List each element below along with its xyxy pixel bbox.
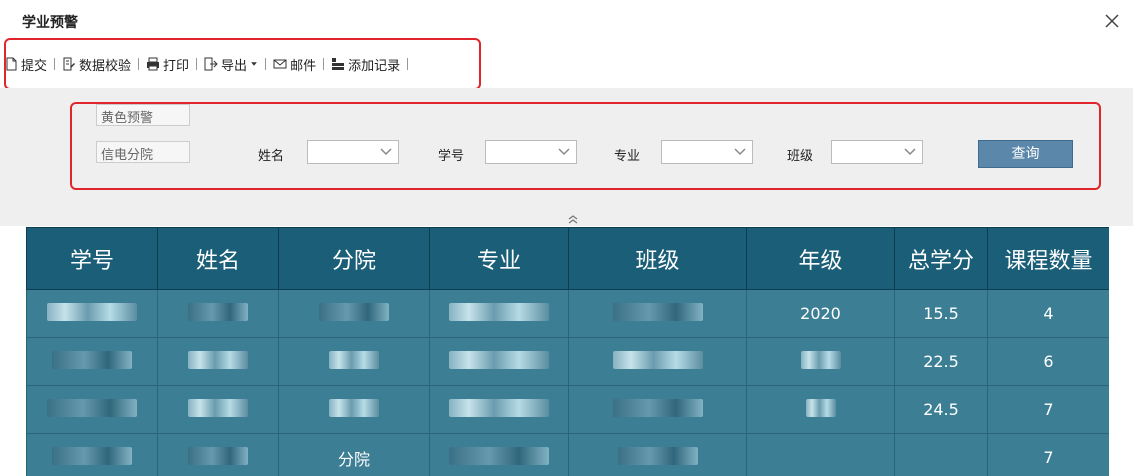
validate-button[interactable]: 数据校验 bbox=[58, 55, 135, 74]
toolbar-divider bbox=[407, 58, 409, 70]
chevron-down-icon bbox=[904, 148, 916, 156]
export-icon bbox=[204, 57, 218, 71]
submit-label: 提交 bbox=[21, 58, 48, 74]
column-header[interactable]: 学号 bbox=[26, 227, 158, 290]
table-header-row: 学号 姓名 分院 专业 班级 年级 总学分 课程数量 bbox=[26, 227, 1109, 290]
credits-cell: 24.5 bbox=[894, 385, 988, 434]
courses-cell: 6 bbox=[987, 337, 1109, 386]
credits-cell: 15.5 bbox=[894, 289, 988, 338]
redacted-cell bbox=[568, 337, 747, 386]
title-bar: 学业预警 bbox=[0, 0, 1133, 44]
redacted-cell bbox=[26, 289, 158, 338]
close-icon[interactable] bbox=[1101, 10, 1123, 32]
college-cell: 分院 bbox=[278, 433, 430, 476]
add-record-button[interactable]: 添加记录 bbox=[327, 55, 404, 74]
redacted-cell bbox=[26, 433, 158, 476]
submit-button[interactable]: 提交 bbox=[0, 55, 51, 74]
toolbar-divider bbox=[54, 58, 56, 70]
courses-cell: 7 bbox=[987, 385, 1109, 434]
redacted-cell bbox=[278, 289, 430, 338]
credits-cell bbox=[894, 433, 988, 476]
redacted-cell bbox=[278, 385, 430, 434]
export-label: 导出 bbox=[221, 58, 248, 74]
mail-button[interactable]: 邮件 bbox=[269, 55, 320, 74]
redacted-cell bbox=[278, 337, 430, 386]
redacted-cell bbox=[429, 433, 569, 476]
caret-down-icon bbox=[251, 62, 257, 66]
dialog-title: 学业预警 bbox=[22, 15, 78, 31]
query-button[interactable]: 查询 bbox=[978, 140, 1073, 168]
add-record-icon bbox=[332, 58, 345, 70]
redacted-cell bbox=[429, 337, 569, 386]
credits-cell: 22.5 bbox=[894, 337, 988, 386]
redacted-cell bbox=[26, 385, 158, 434]
college-tag: 信电分院 bbox=[96, 141, 190, 163]
results-table-wrap: 学号 姓名 分院 专业 班级 年级 总学分 课程数量 2020 15.5 4 2… bbox=[26, 227, 1109, 476]
courses-cell: 4 bbox=[987, 289, 1109, 338]
year-cell bbox=[746, 337, 895, 386]
student-id-label: 学号 bbox=[438, 149, 465, 164]
column-header[interactable]: 专业 bbox=[429, 227, 569, 290]
mail-label: 邮件 bbox=[290, 58, 317, 74]
results-table: 学号 姓名 分院 专业 班级 年级 总学分 课程数量 2020 15.5 4 2… bbox=[26, 227, 1109, 476]
toolbar-divider bbox=[138, 58, 140, 70]
student-id-select[interactable] bbox=[485, 140, 577, 164]
redacted-cell bbox=[157, 337, 279, 386]
column-header[interactable]: 年级 bbox=[746, 227, 895, 290]
envelope-icon bbox=[273, 59, 287, 69]
redacted-cell bbox=[568, 385, 747, 434]
redacted-cell bbox=[157, 385, 279, 434]
name-select[interactable] bbox=[307, 140, 399, 164]
redacted-cell bbox=[568, 289, 747, 338]
class-select[interactable] bbox=[831, 140, 923, 164]
table-row[interactable]: 分院 7 bbox=[26, 433, 1109, 476]
toolbar-divider bbox=[265, 58, 267, 70]
export-button[interactable]: 导出 bbox=[200, 55, 262, 74]
redacted-cell bbox=[157, 289, 279, 338]
chevron-down-icon bbox=[734, 148, 746, 156]
print-button[interactable]: 打印 bbox=[142, 55, 193, 74]
print-label: 打印 bbox=[163, 58, 190, 74]
collapse-icon[interactable] bbox=[566, 214, 580, 224]
validate-label: 数据校验 bbox=[79, 58, 132, 74]
courses-cell: 7 bbox=[987, 433, 1109, 476]
name-label: 姓名 bbox=[258, 149, 285, 164]
redacted-cell bbox=[568, 433, 747, 476]
column-header[interactable]: 课程数量 bbox=[987, 227, 1109, 290]
toolbar: 提交 数据校验 打印 导出 邮件 添加记录 bbox=[0, 48, 1133, 80]
chevron-down-icon bbox=[380, 148, 392, 156]
toolbar-divider bbox=[196, 58, 198, 70]
column-header[interactable]: 总学分 bbox=[894, 227, 988, 290]
redacted-cell bbox=[429, 385, 569, 434]
table-row[interactable]: 2020 15.5 4 bbox=[26, 289, 1109, 338]
table-row[interactable]: 22.5 6 bbox=[26, 337, 1109, 386]
column-header[interactable]: 姓名 bbox=[157, 227, 279, 290]
year-cell: 2020 bbox=[746, 289, 895, 338]
edit-document-icon bbox=[63, 57, 76, 71]
redacted-cell bbox=[157, 433, 279, 476]
printer-icon bbox=[147, 57, 160, 71]
column-header[interactable]: 分院 bbox=[278, 227, 430, 290]
table-row[interactable]: 24.5 7 bbox=[26, 385, 1109, 434]
warning-level-tag: 黄色预警 bbox=[96, 104, 190, 126]
major-select[interactable] bbox=[661, 140, 753, 164]
year-cell bbox=[746, 433, 895, 476]
academic-warning-dialog: 学业预警 提交 数据校验 打印 导出 邮件 添加记录 黄色预警 信电分院 姓名 … bbox=[0, 0, 1133, 476]
year-cell bbox=[746, 385, 895, 434]
redacted-cell bbox=[429, 289, 569, 338]
column-header[interactable]: 班级 bbox=[568, 227, 747, 290]
class-label: 班级 bbox=[787, 149, 814, 164]
redacted-cell bbox=[26, 337, 158, 386]
major-label: 专业 bbox=[614, 149, 641, 164]
document-icon bbox=[6, 57, 17, 71]
toolbar-divider bbox=[323, 58, 325, 70]
add-record-label: 添加记录 bbox=[348, 58, 401, 74]
chevron-down-icon bbox=[558, 148, 570, 156]
